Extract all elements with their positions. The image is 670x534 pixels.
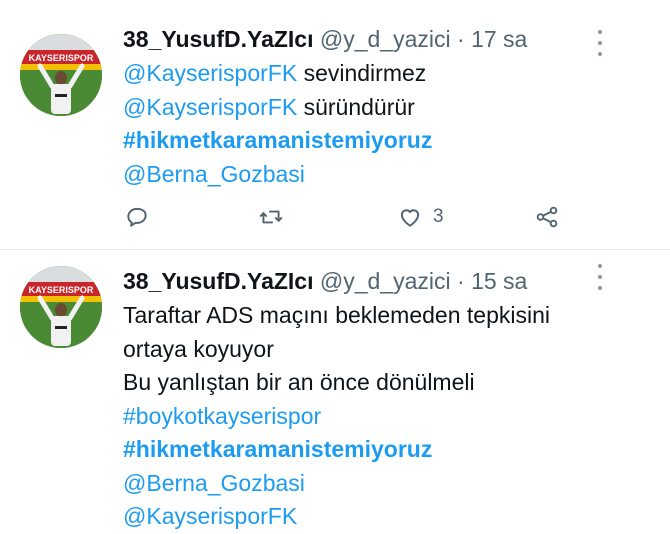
hashtag-link[interactable]: #hikmetkaramanistemiyoruz [123, 127, 432, 153]
tweet-line: @KayserisporFK süründürür [123, 91, 630, 125]
separator: · [457, 26, 465, 52]
tweet-line-text: sevindirmez [297, 60, 427, 86]
display-name[interactable]: 38_YusufD.YaZIcı [123, 26, 313, 52]
more-options-icon[interactable] [596, 264, 604, 290]
timestamp[interactable]: 17 sa [471, 26, 527, 52]
like-count: 3 [433, 206, 444, 227]
mention-link[interactable]: @KayserisporFK [123, 94, 297, 120]
avatar[interactable]: KAYSERISPOR [20, 34, 102, 116]
tweet-line: @Berna_Gozbasi [123, 158, 630, 192]
tweet-line-text: Bu yanlıştan bir an önce dönülmeli [123, 369, 475, 395]
avatar-banner-text: KAYSERISPOR [29, 53, 94, 63]
more-options-icon[interactable] [596, 30, 604, 56]
retweet-button[interactable] [258, 202, 284, 232]
tweet-text: @KayserisporFK sevindirmez @KayserisporF… [123, 57, 630, 191]
handle[interactable]: @y_d_yazici [320, 26, 451, 52]
share-button[interactable] [534, 202, 560, 232]
handle[interactable]: @y_d_yazici [320, 268, 451, 294]
mention-link[interactable]: @KayserisporFK [123, 60, 297, 86]
mention-link[interactable]: @Berna_Gozbasi [123, 161, 305, 187]
hashtag-link[interactable]: #hikmetkaramanistemiyoruz [123, 436, 432, 462]
tweet-text: Taraftar ADS maçını beklemeden tepkisini… [123, 299, 630, 534]
display-name[interactable]: 38_YusufD.YaZIcı [123, 268, 313, 294]
tweet-header: 38_YusufD.YaZIcı @y_d_yazici · 17 sa [123, 24, 630, 54]
tweet[interactable]: KAYSERISPOR 38_YusufD.YaZIcı @y_d_yazici… [0, 250, 670, 532]
tweet[interactable]: KAYSERISPOR 38_YusufD.YaZIcı @y_d_yazici… [0, 0, 670, 250]
separator: · [457, 268, 465, 294]
tweet-actions: 3 [124, 202, 584, 232]
share-icon [536, 206, 558, 228]
tweet-line: @KayserisporFK sevindirmez [123, 57, 630, 91]
reply-icon [127, 207, 147, 227]
tweet-header: 38_YusufD.YaZIcı @y_d_yazici · 15 sa [123, 266, 630, 296]
tweet-line: #hikmetkaramanistemiyoruz [123, 124, 630, 158]
heart-icon [400, 209, 420, 227]
tweet-line-text: ortaya koyuyor [123, 335, 274, 362]
like-button[interactable]: 3 [397, 202, 444, 232]
tweet-line-text: Taraftar ADS maçını beklemeden tepkisini [123, 302, 550, 328]
mention-link[interactable]: @KayserisporFK [123, 503, 297, 529]
reply-button[interactable] [124, 202, 150, 232]
retweet-icon [259, 210, 283, 224]
timestamp[interactable]: 15 sa [471, 268, 527, 294]
mention-link[interactable]: @Berna_Gozbasi [123, 470, 305, 496]
avatar[interactable]: KAYSERISPOR [20, 266, 102, 348]
tweet-line-text: süründürür [297, 93, 415, 120]
hashtag-link[interactable]: #boykotkayserispor [123, 403, 321, 429]
avatar-banner-text: KAYSERISPOR [29, 285, 94, 295]
